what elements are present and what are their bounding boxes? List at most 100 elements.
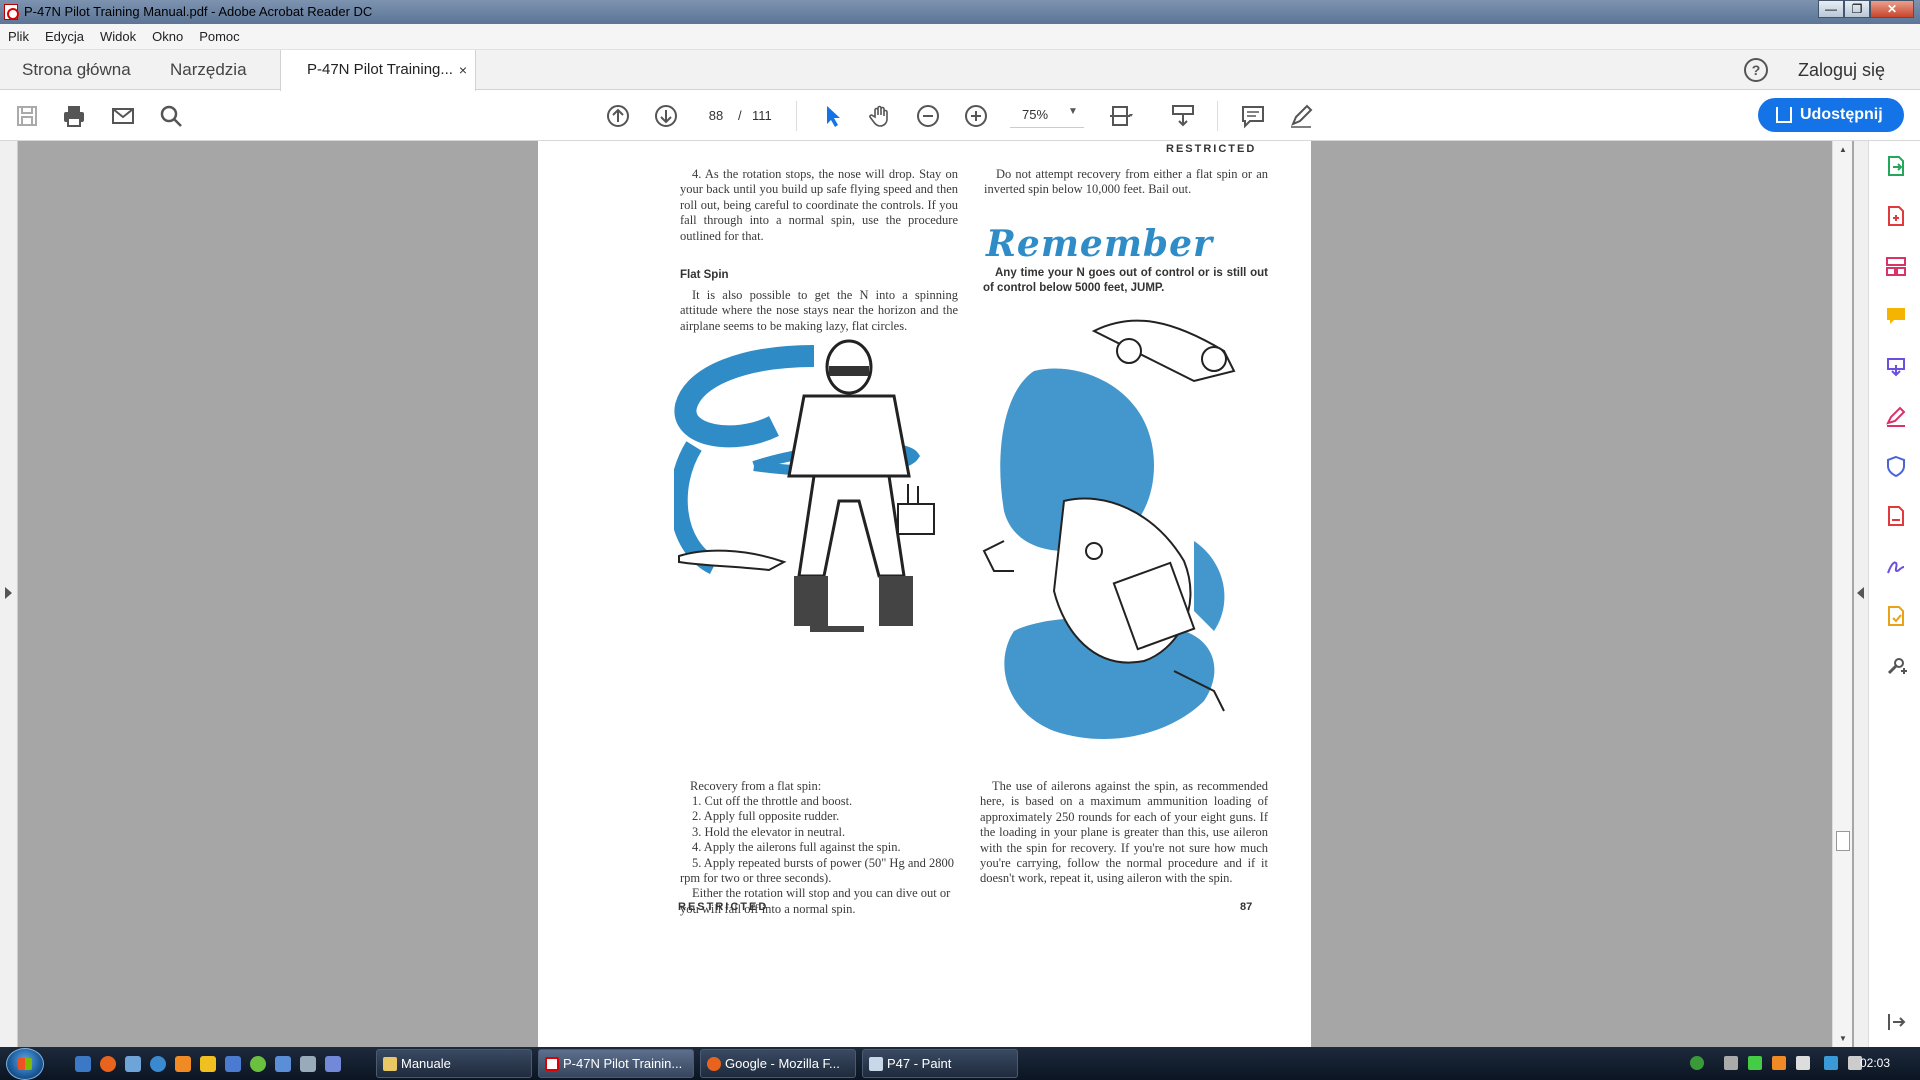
tray-icon[interactable] — [1690, 1056, 1704, 1070]
tab-tools[interactable]: Narzędzia — [170, 50, 247, 90]
folder-icon — [383, 1057, 397, 1071]
task-label: P-47N Pilot Trainin... — [563, 1056, 683, 1071]
list-item: 4. Apply the ailerons full against the s… — [692, 840, 901, 855]
taskbar-item-paint[interactable]: P47 - Paint — [862, 1049, 1018, 1078]
request-signature-icon[interactable] — [1885, 555, 1907, 577]
app-icon[interactable] — [175, 1056, 191, 1072]
tab-document[interactable]: P-47N Pilot Training... × — [280, 50, 476, 91]
page-separator: / — [738, 108, 742, 123]
taskbar-item-acrobat[interactable]: P-47N Pilot Trainin... — [538, 1049, 694, 1078]
tabs-bar: Strona główna Narzędzia P-47N Pilot Trai… — [0, 50, 1920, 91]
menu-help[interactable]: Pomoc — [191, 29, 247, 44]
edit-pdf-icon[interactable] — [1885, 505, 1907, 527]
organize-pages-icon[interactable] — [1885, 255, 1907, 277]
next-page-icon[interactable] — [653, 103, 679, 129]
tab-document-label: P-47N Pilot Training... — [307, 61, 453, 78]
language-icon[interactable] — [1824, 1056, 1838, 1070]
tab-home[interactable]: Strona główna — [22, 50, 131, 90]
firefox-icon[interactable] — [100, 1056, 116, 1072]
menu-bar: Plik Edycja Widok Okno Pomoc — [0, 24, 1920, 50]
paragraph-text: 4. As the rotation stops, the nose will … — [680, 167, 958, 243]
share-button-label: Udostępnij — [1800, 106, 1883, 123]
paint-icon — [869, 1057, 883, 1071]
fill-sign-icon[interactable] — [1885, 405, 1907, 427]
hand-tool-icon[interactable] — [867, 103, 893, 129]
paragraph-no-recovery: Do not attempt recovery from either a fl… — [984, 167, 1268, 198]
scroll-down-icon[interactable]: ▼ — [1839, 1034, 1847, 1043]
expand-left-icon[interactable] — [5, 587, 12, 599]
toolbar-divider — [796, 101, 797, 131]
collapse-pane-icon[interactable] — [1885, 1011, 1907, 1033]
app-icon[interactable] — [200, 1056, 216, 1072]
chevron-down-icon[interactable]: ▼ — [1068, 106, 1078, 117]
scroll-mode-icon[interactable] — [1170, 103, 1196, 129]
toolbar: 88 / 111 75% ▼ Udostępnij — [0, 91, 1920, 141]
save-icon[interactable] — [14, 103, 40, 129]
tools-pane — [1868, 141, 1920, 1047]
prepare-form-icon[interactable] — [1885, 605, 1907, 627]
page-total: 111 — [752, 108, 772, 123]
pilot-spin-illustration — [674, 339, 935, 632]
taskbar-clock[interactable]: 02:03 — [1860, 1056, 1890, 1070]
paragraph-text: Do not attempt recovery from either a fl… — [984, 167, 1268, 197]
menu-edit[interactable]: Edycja — [37, 29, 92, 44]
taskbar-item-firefox[interactable]: Google - Mozilla F... — [700, 1049, 856, 1078]
left-pane-toggle[interactable] — [0, 141, 18, 1047]
email-icon[interactable] — [110, 103, 136, 129]
scroll-up-icon[interactable]: ▲ — [1839, 145, 1847, 154]
list-item: 1. Cut off the throttle and boost. — [692, 794, 853, 808]
collapse-right-icon[interactable] — [1857, 587, 1864, 599]
minimize-button[interactable]: — — [1818, 0, 1844, 18]
previous-page-icon[interactable] — [605, 103, 631, 129]
fit-page-icon[interactable] — [1108, 103, 1134, 129]
vertical-scrollbar[interactable]: ▲ ▼ — [1832, 141, 1852, 1047]
tray-icon[interactable] — [1796, 1056, 1810, 1070]
more-tools-icon[interactable] — [1885, 655, 1907, 677]
steam-icon[interactable] — [225, 1056, 241, 1072]
remember-heading: Remember — [986, 223, 1213, 265]
network-icon[interactable] — [1724, 1056, 1738, 1070]
close-button[interactable]: ✕ — [1870, 0, 1914, 18]
paragraph-text: The use of ailerons against the spin, as… — [980, 779, 1268, 886]
select-cursor-icon[interactable] — [820, 103, 846, 129]
send-track-icon[interactable] — [1885, 355, 1907, 377]
tray-icon[interactable] — [1748, 1056, 1762, 1070]
taskbar-item-manuale[interactable]: Manuale — [376, 1049, 532, 1078]
page-number-input[interactable]: 88 — [697, 102, 735, 128]
toolbar-divider — [1217, 101, 1218, 131]
zoom-in-icon[interactable] — [963, 103, 989, 129]
menu-file[interactable]: Plik — [0, 29, 37, 44]
scroll-thumb[interactable] — [1836, 831, 1850, 851]
explorer-icon[interactable] — [125, 1056, 141, 1072]
zoom-out-icon[interactable] — [915, 103, 941, 129]
discord-icon[interactable] — [325, 1056, 341, 1072]
export-pdf-icon[interactable] — [1885, 155, 1907, 177]
share-button[interactable]: Udostępnij — [1758, 98, 1904, 132]
bailout-illustration — [982, 319, 1236, 740]
help-icon[interactable]: ? — [1744, 58, 1768, 82]
highlight-pen-icon[interactable] — [1288, 103, 1314, 129]
font-icon[interactable] — [275, 1056, 291, 1072]
recovery-intro: Recovery from a flat spin: — [690, 779, 916, 794]
window-title: P-47N Pilot Training Manual.pdf - Adobe … — [24, 4, 373, 19]
print-icon[interactable] — [61, 103, 87, 129]
signin-link[interactable]: Zaloguj się — [1798, 60, 1885, 81]
recovery-intro-text: Recovery from a flat spin: — [690, 779, 822, 793]
protect-icon[interactable] — [1885, 455, 1907, 478]
app-icon[interactable] — [300, 1056, 316, 1072]
create-pdf-icon[interactable] — [1885, 205, 1907, 227]
start-button[interactable] — [6, 1048, 44, 1080]
menu-view[interactable]: Widok — [92, 29, 144, 44]
maximize-button[interactable]: ❐ — [1844, 0, 1870, 18]
search-icon[interactable] — [158, 103, 184, 129]
menu-window[interactable]: Okno — [144, 29, 191, 44]
tab-close-icon[interactable]: × — [459, 50, 467, 90]
app-icon[interactable] — [250, 1056, 266, 1072]
comment-tool-icon[interactable] — [1885, 305, 1907, 327]
browser-icon[interactable] — [150, 1056, 166, 1072]
tray-icon[interactable] — [1772, 1056, 1786, 1070]
show-desktop-icon[interactable] — [75, 1056, 91, 1072]
right-pane-toggle[interactable] — [1854, 141, 1868, 1047]
firefox-icon — [707, 1057, 721, 1071]
comment-icon[interactable] — [1240, 103, 1266, 129]
